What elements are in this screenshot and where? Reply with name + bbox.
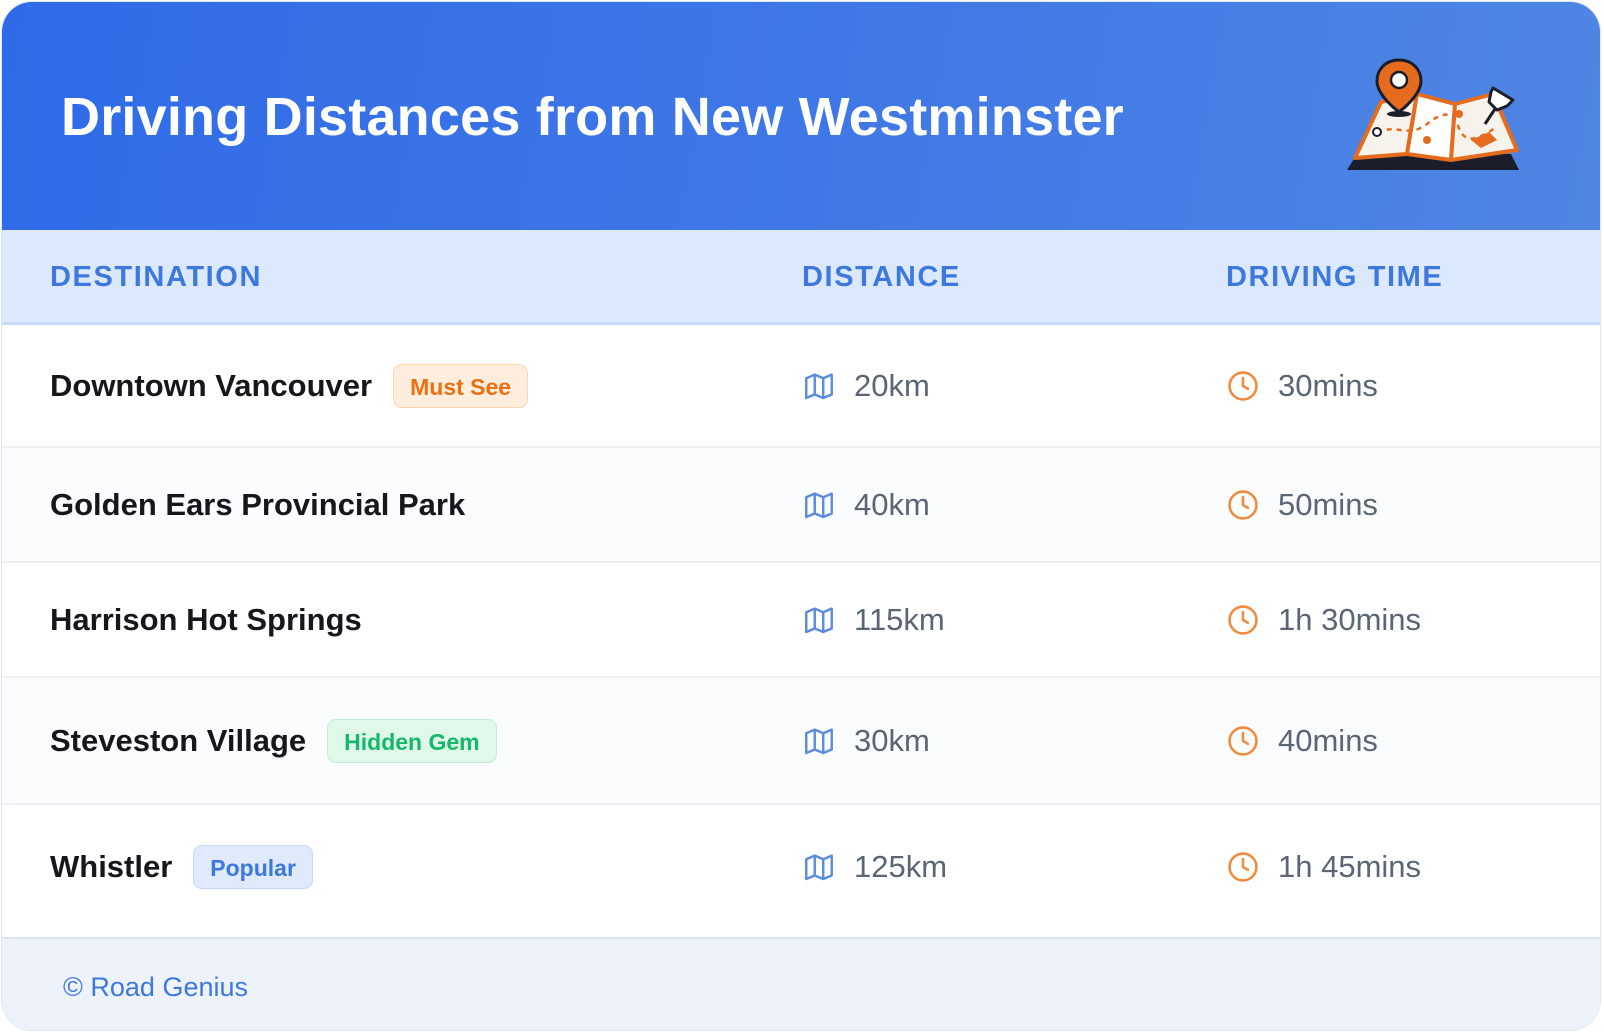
map-icon	[805, 606, 833, 633]
popular-badge: Popular	[193, 845, 313, 889]
destination-cell: Downtown Vancouver Must See	[50, 363, 529, 408]
map-icon	[805, 854, 833, 881]
column-header-distance: DISTANCE	[802, 261, 961, 293]
distance-cell: 125km	[802, 849, 947, 885]
driving-time-cell: 1h 30mins	[1226, 602, 1421, 638]
driving-time-cell: 30mins	[1226, 368, 1378, 404]
destination-name: Whistler	[50, 849, 173, 884]
clock-icon	[1228, 852, 1258, 882]
table-header: DESTINATION DISTANCE DRIVING TIME	[2, 230, 1600, 325]
hidden-gem-badge: Hidden Gem	[327, 718, 497, 763]
driving-time-value: 50mins	[1278, 486, 1378, 522]
distance-cell: 20km	[802, 368, 930, 404]
destination-cell: Whistler Popular	[50, 845, 313, 889]
driving-time-value: 1h 30mins	[1278, 601, 1422, 637]
clock-icon	[1228, 489, 1258, 520]
destination-cell: Steveston Village Hidden Gem	[50, 718, 497, 763]
column-header-driving-time: DRIVING TIME	[1226, 261, 1444, 293]
page-title: Driving Distances from New Westminster	[61, 87, 1124, 147]
map-icon	[805, 727, 833, 754]
destination-cell: Harrison Hot Springs	[50, 602, 362, 638]
table-row: Golden Ears Provincial Park 40km 50mins	[2, 448, 1600, 563]
distance-value: 125km	[854, 849, 948, 884]
copyright-credit: © Road Genius	[63, 972, 248, 1002]
destination-name: Harrison Hot Springs	[50, 601, 362, 637]
clock-icon	[1228, 725, 1258, 756]
destination-name: Downtown Vancouver	[50, 367, 373, 403]
clock-icon	[1228, 604, 1258, 635]
distance-value: 20km	[854, 367, 930, 403]
must-see-badge: Must See	[393, 363, 529, 408]
table-row: Downtown Vancouver Must See 20km 30mins	[2, 325, 1600, 448]
driving-time-cell: 40mins	[1226, 723, 1378, 759]
folded-map-with-pin-icon	[1347, 58, 1519, 170]
card-header: Driving Distances from New Westminster	[2, 2, 1600, 230]
driving-time-value: 40mins	[1278, 722, 1378, 758]
driving-time-value: 30mins	[1278, 367, 1378, 403]
card-footer: © Road Genius	[2, 937, 1600, 1030]
column-header-destination: DESTINATION	[50, 261, 263, 293]
map-icon	[805, 491, 833, 518]
distance-value: 30km	[854, 722, 930, 758]
distance-card: Driving Distances from New Westminster D…	[2, 2, 1600, 1030]
table-body: Downtown Vancouver Must See 20km 30mins	[2, 325, 1600, 929]
table-row: Steveston Village Hidden Gem 30km 40mins	[2, 678, 1600, 805]
driving-time-value: 1h 45mins	[1278, 849, 1422, 884]
distance-value: 115km	[854, 601, 945, 637]
distance-cell: 30km	[802, 723, 930, 759]
distance-cell: 40km	[802, 487, 930, 523]
clock-icon	[1228, 370, 1258, 401]
distance-value: 40km	[854, 486, 930, 522]
map-icon	[805, 372, 833, 399]
table-row: Harrison Hot Springs 115km 1h 30mins	[2, 563, 1600, 678]
table-row: Whistler Popular 125km 1h 45mins	[2, 805, 1600, 929]
destination-name: Steveston Village	[50, 722, 307, 758]
driving-time-cell: 1h 45mins	[1226, 849, 1421, 885]
driving-time-cell: 50mins	[1226, 487, 1378, 523]
destination-name: Golden Ears Provincial Park	[50, 486, 466, 522]
distance-cell: 115km	[802, 602, 945, 638]
destination-cell: Golden Ears Provincial Park	[50, 487, 465, 523]
